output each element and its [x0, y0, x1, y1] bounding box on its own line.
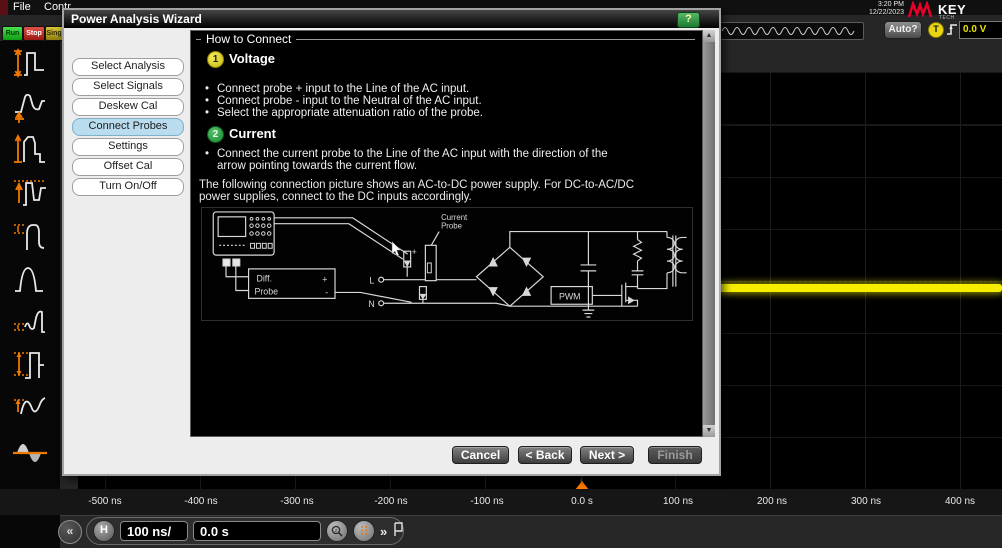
vpulse-icon[interactable] — [10, 259, 50, 297]
probe-plus-label: + — [412, 247, 417, 257]
horizontal-menu-button[interactable]: H — [93, 520, 115, 542]
clock-date: 12/22/2023 — [838, 9, 904, 17]
group-title: How to Connect — [201, 32, 296, 46]
vamp-icon[interactable] — [10, 44, 50, 82]
bullet-glyph: • — [205, 83, 217, 95]
time-tick: 0.0 s — [542, 496, 622, 507]
rising-edge-icon[interactable] — [946, 22, 959, 41]
expand-chevron-button[interactable]: » — [380, 524, 387, 539]
area-icon[interactable] — [10, 431, 50, 469]
autoscale-button[interactable]: Auto? — [884, 21, 922, 39]
keysight-logo-icon — [908, 1, 936, 22]
nav-deskew-cal[interactable]: Deskew Cal — [72, 98, 184, 116]
connection-diagram: Diff. Probe + - L N + PWM Current Probe — [201, 207, 693, 321]
ac-amplitude-icon[interactable] — [10, 388, 50, 426]
finish-button: Finish — [648, 446, 702, 464]
brand-sub: TECH — [939, 15, 955, 21]
time-tick: 300 ns — [826, 496, 906, 507]
vbase-icon[interactable] — [10, 87, 50, 125]
dialog-title: Power Analysis Wizard — [71, 12, 202, 26]
help-button[interactable]: ? — [677, 12, 700, 28]
scroll-down-icon[interactable]: ▼ — [703, 425, 715, 437]
overshoot-icon[interactable] — [10, 216, 50, 254]
vtop-icon[interactable] — [10, 130, 50, 168]
app-icon — [0, 0, 8, 15]
note-line2: power supplies, connect to the DC inputs… — [199, 191, 472, 203]
oscilloscope-screen: File Contr 3:20 PM 12/22/2023 KEY TECH R… — [0, 0, 1002, 548]
diff-plus-label: + — [322, 275, 327, 285]
time-axis: -500 ns -400 ns -300 ns -200 ns -100 ns … — [0, 489, 1002, 515]
collapse-chevron-button[interactable]: « — [58, 520, 82, 544]
next-button[interactable]: Next > — [580, 446, 634, 464]
pin-icon[interactable] — [392, 521, 404, 542]
neutral-terminal-label: N — [368, 299, 374, 309]
horizontal-control-bar: « H 100 ns/ 0.0 s z » — [60, 515, 1002, 548]
nav-select-analysis[interactable]: Select Analysis — [72, 58, 184, 76]
measurement-sidebar — [0, 41, 60, 548]
nav-turn-on-off[interactable]: Turn On/Off — [72, 178, 184, 196]
time-tick: 200 ns — [732, 496, 812, 507]
timebase-scale-field[interactable]: 100 ns/ — [120, 521, 188, 541]
diff-probe-label-2: Probe — [254, 286, 278, 296]
wizard-step-nav: Select Analysis Select Signals Deskew Ca… — [72, 58, 184, 196]
timebase-delay-field[interactable]: 0.0 s — [193, 521, 321, 541]
current-bullet-line2: arrow pointing towards the current flow. — [217, 160, 417, 172]
timebase-pill: H 100 ns/ 0.0 s z » — [86, 517, 404, 545]
bullet-glyph: • — [205, 107, 217, 119]
current-section-title: Current — [229, 126, 276, 141]
line-terminal-label: L — [369, 276, 374, 286]
stop-button[interactable]: Stop — [23, 26, 45, 41]
vmax-icon[interactable] — [10, 173, 50, 211]
voltage-bullet-1: •Connect probe + input to the Line of th… — [205, 83, 469, 95]
how-to-connect-panel: How to Connect 1 Voltage •Connect probe … — [190, 30, 703, 437]
time-tick: -300 ns — [257, 496, 337, 507]
back-button[interactable]: < Back — [518, 446, 572, 464]
voltage-section-title: Voltage — [229, 51, 275, 66]
bullet-glyph: • — [205, 148, 217, 160]
time-tick: -400 ns — [161, 496, 241, 507]
time-tick: -100 ns — [447, 496, 527, 507]
clock: 3:20 PM 12/22/2023 — [838, 1, 904, 17]
scroll-up-icon[interactable]: ▲ — [703, 30, 715, 42]
nav-connect-probes[interactable]: Connect Probes — [72, 118, 184, 136]
cancel-button[interactable]: Cancel — [452, 446, 509, 464]
clock-time: 3:20 PM — [838, 1, 904, 9]
trigger-level-field[interactable]: 0.0 V — [959, 21, 1002, 39]
current-probe-label-1: Current — [441, 213, 468, 222]
nav-offset-cal[interactable]: Offset Cal — [72, 158, 184, 176]
vpp-icon[interactable] — [10, 345, 50, 383]
time-tick: -200 ns — [351, 496, 431, 507]
pwm-label: PWM — [559, 291, 581, 301]
nav-select-signals[interactable]: Select Signals — [72, 78, 184, 96]
note-line1: The following connection picture shows a… — [199, 179, 634, 191]
trigger-source-badge[interactable]: T — [928, 22, 944, 38]
current-bullet-line1: •Connect the current probe to the Line o… — [205, 148, 608, 160]
diff-probe-label-1: Diff. — [256, 274, 272, 284]
step1-badge: 1 — [207, 51, 224, 68]
waveform-preview[interactable] — [718, 22, 864, 40]
diff-minus-label: - — [325, 287, 328, 297]
zoom-search-button[interactable]: z — [326, 520, 348, 542]
voltage-bullet-3: •Select the appropriate attenuation rati… — [205, 107, 483, 119]
dialog-title-bar[interactable]: Power Analysis Wizard ? — [64, 10, 719, 28]
vmin-icon[interactable] — [10, 302, 50, 340]
bullet-glyph: • — [205, 95, 217, 107]
nav-settings[interactable]: Settings — [72, 138, 184, 156]
content-scrollbar[interactable]: ▲ ▼ — [703, 30, 715, 437]
run-button[interactable]: Run — [2, 26, 23, 41]
menu-file[interactable]: File — [13, 1, 31, 13]
current-probe-label-2: Probe — [441, 222, 463, 231]
step2-badge: 2 — [207, 126, 224, 143]
voltage-bullet-2: •Connect probe - input to the Neutral of… — [205, 95, 482, 107]
time-tick: -500 ns — [65, 496, 145, 507]
time-tick: 400 ns — [920, 496, 1000, 507]
time-tick: 100 ns — [638, 496, 718, 507]
power-analysis-wizard-dialog: Power Analysis Wizard ? Select Analysis … — [62, 8, 721, 476]
cursors-button[interactable] — [353, 520, 375, 542]
